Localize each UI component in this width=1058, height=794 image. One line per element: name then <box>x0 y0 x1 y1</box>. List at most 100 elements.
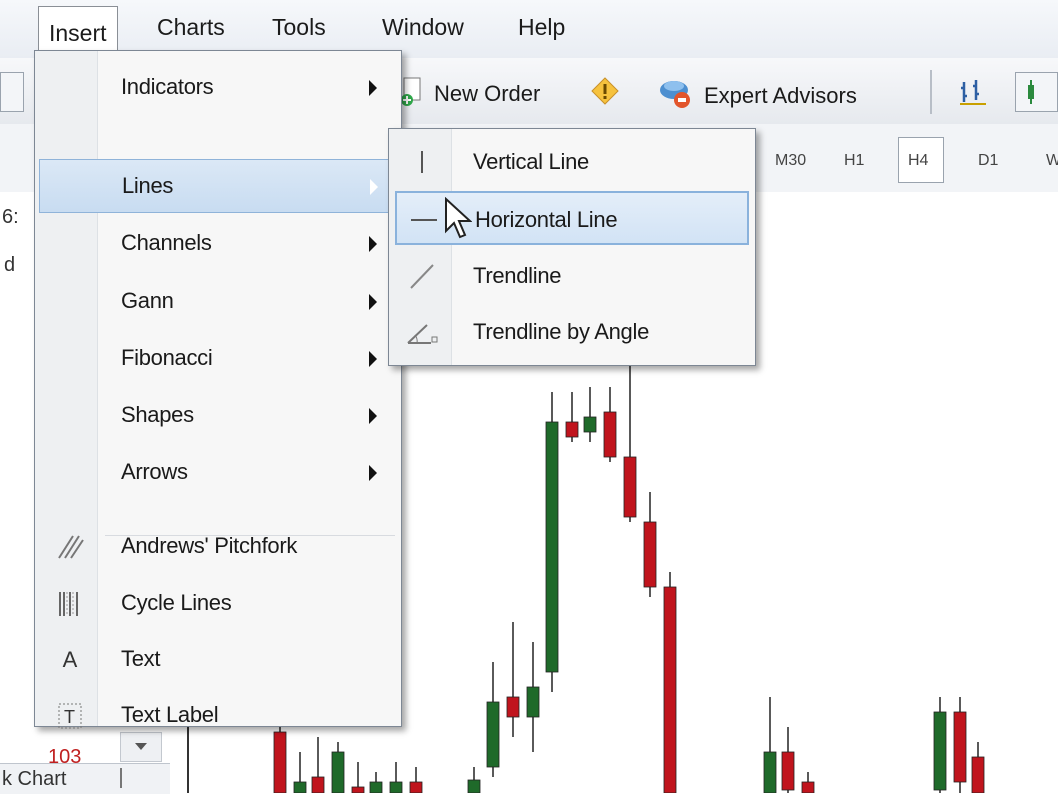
menu-item-label: Text Label <box>121 702 219 727</box>
new-order-label: New Order <box>434 81 541 106</box>
menu-item-channels[interactable]: Channels <box>39 217 397 271</box>
candle <box>409 767 423 793</box>
panel-fragment-1: 6: <box>2 206 19 228</box>
menu-item-label: Channels <box>121 230 212 255</box>
expert-advisors-button[interactable]: Expert Advisors <box>656 76 857 116</box>
candle <box>565 392 579 442</box>
submenu-item-label: Trendline <box>473 263 562 288</box>
timeframe-h1[interactable]: H1 <box>844 152 864 170</box>
cycle-lines-icon <box>53 587 87 621</box>
menu-item-andrews-pitchfork[interactable]: Andrews' Pitchfork <box>39 520 397 574</box>
submenu-arrow-icon <box>369 294 377 310</box>
candle <box>763 697 777 793</box>
menu-item-label: Andrews' Pitchfork <box>121 533 298 558</box>
candle <box>583 387 597 442</box>
candle <box>801 772 815 793</box>
menu-item-label: Arrows <box>121 459 188 484</box>
submenu-item-label: Trendline by Angle <box>473 319 650 344</box>
timeframe-d1[interactable]: D1 <box>978 152 998 170</box>
candle <box>526 642 540 752</box>
candle <box>486 662 500 777</box>
candle <box>603 387 617 462</box>
submenu-item-label: Horizontal Line <box>475 207 618 232</box>
menu-item-label: Text <box>121 646 161 671</box>
candle <box>623 352 637 522</box>
candle <box>351 762 365 793</box>
toolbar-left-control[interactable] <box>0 72 24 112</box>
menu-item-text-label[interactable]: T Text Label <box>39 689 397 743</box>
timeframe-h4[interactable]: H4 <box>908 152 928 170</box>
timeframe-m30[interactable]: M30 <box>775 152 806 170</box>
expert-advisors-icon <box>656 76 696 116</box>
text-label-icon: T <box>53 699 87 733</box>
menu-item-gann[interactable]: Gann <box>39 275 397 329</box>
candle <box>933 697 947 793</box>
menu-item-text[interactable]: A Text <box>39 633 397 687</box>
submenu-arrow-icon <box>369 236 377 252</box>
submenu-arrow-icon <box>370 179 378 195</box>
candle <box>293 752 307 793</box>
new-order-icon <box>398 76 426 112</box>
submenu-arrow-icon <box>369 408 377 424</box>
new-order-button[interactable]: New Order <box>398 76 540 112</box>
horizontal-line-icon <box>405 201 443 239</box>
menu-item-fibonacci[interactable]: Fibonacci <box>39 332 397 386</box>
chart-tab-label: k Chart <box>2 768 67 790</box>
mouse-cursor-icon <box>445 197 472 239</box>
menu-help[interactable]: Help <box>518 14 565 41</box>
alert-icon-button[interactable] <box>590 76 620 106</box>
pitchfork-icon <box>53 530 87 564</box>
lines-submenu: Vertical Line Horizontal Line Trendline Tre… <box>388 128 756 366</box>
candle <box>506 622 520 737</box>
tab-divider <box>120 768 122 788</box>
bar-chart-icon <box>960 80 986 105</box>
menu-item-lines[interactable]: Lines <box>39 159 397 213</box>
panel-fragment-2: d <box>4 254 16 276</box>
candlestick-icon <box>1028 80 1034 104</box>
menu-item-label: Gann <box>121 288 174 313</box>
trendline-angle-icon <box>403 313 441 351</box>
menu-item-label: Indicators <box>121 74 214 99</box>
candle <box>545 392 559 692</box>
bar-chart-button[interactable] <box>958 78 988 106</box>
submenu-arrow-icon <box>369 465 377 481</box>
submenu-item-trendline-by-angle[interactable]: Trendline by Angle <box>395 305 749 359</box>
candle <box>643 492 657 597</box>
candle <box>971 742 985 793</box>
menu-tools[interactable]: Tools <box>272 14 326 41</box>
toolbar-separator <box>930 70 932 114</box>
menu-item-label: Fibonacci <box>121 345 213 370</box>
menu-item-cycle-lines[interactable]: Cycle Lines <box>39 577 397 631</box>
menu-separator <box>105 535 395 536</box>
candle-chart-button[interactable] <box>1015 72 1058 112</box>
chart-tab[interactable]: k Chart <box>0 763 170 794</box>
menu-item-label: Lines <box>122 173 174 198</box>
candle <box>467 767 481 793</box>
vertical-line-icon <box>403 143 441 181</box>
trendline-icon <box>403 257 441 295</box>
text-icon: A <box>62 647 78 672</box>
menu-item-shapes[interactable]: Shapes <box>39 389 397 443</box>
menu-charts[interactable]: Charts <box>157 14 225 41</box>
candle <box>389 762 403 793</box>
submenu-item-trendline[interactable]: Trendline <box>395 249 749 303</box>
menu-window[interactable]: Window <box>382 14 464 41</box>
candle <box>311 737 325 793</box>
candle <box>663 572 677 793</box>
expert-advisors-label: Expert Advisors <box>704 83 857 108</box>
insert-menu: Indicators Lines Channels Gann Fibonacci Shap… <box>34 50 402 729</box>
candle <box>781 727 795 793</box>
menu-item-label: Cycle Lines <box>121 590 232 615</box>
submenu-arrow-icon <box>369 80 377 96</box>
menu-item-indicators[interactable]: Indicators <box>39 61 397 115</box>
candle <box>331 742 345 793</box>
chevron-down-icon <box>135 743 147 750</box>
candle <box>953 697 967 793</box>
menu-item-arrows[interactable]: Arrows <box>39 446 397 500</box>
submenu-item-label: Vertical Line <box>473 149 589 174</box>
candle <box>369 772 383 793</box>
submenu-item-vertical-line[interactable]: Vertical Line <box>395 135 749 189</box>
svg-text:T: T <box>64 707 75 727</box>
submenu-arrow-icon <box>369 351 377 367</box>
timeframe-w[interactable]: W <box>1046 152 1058 170</box>
